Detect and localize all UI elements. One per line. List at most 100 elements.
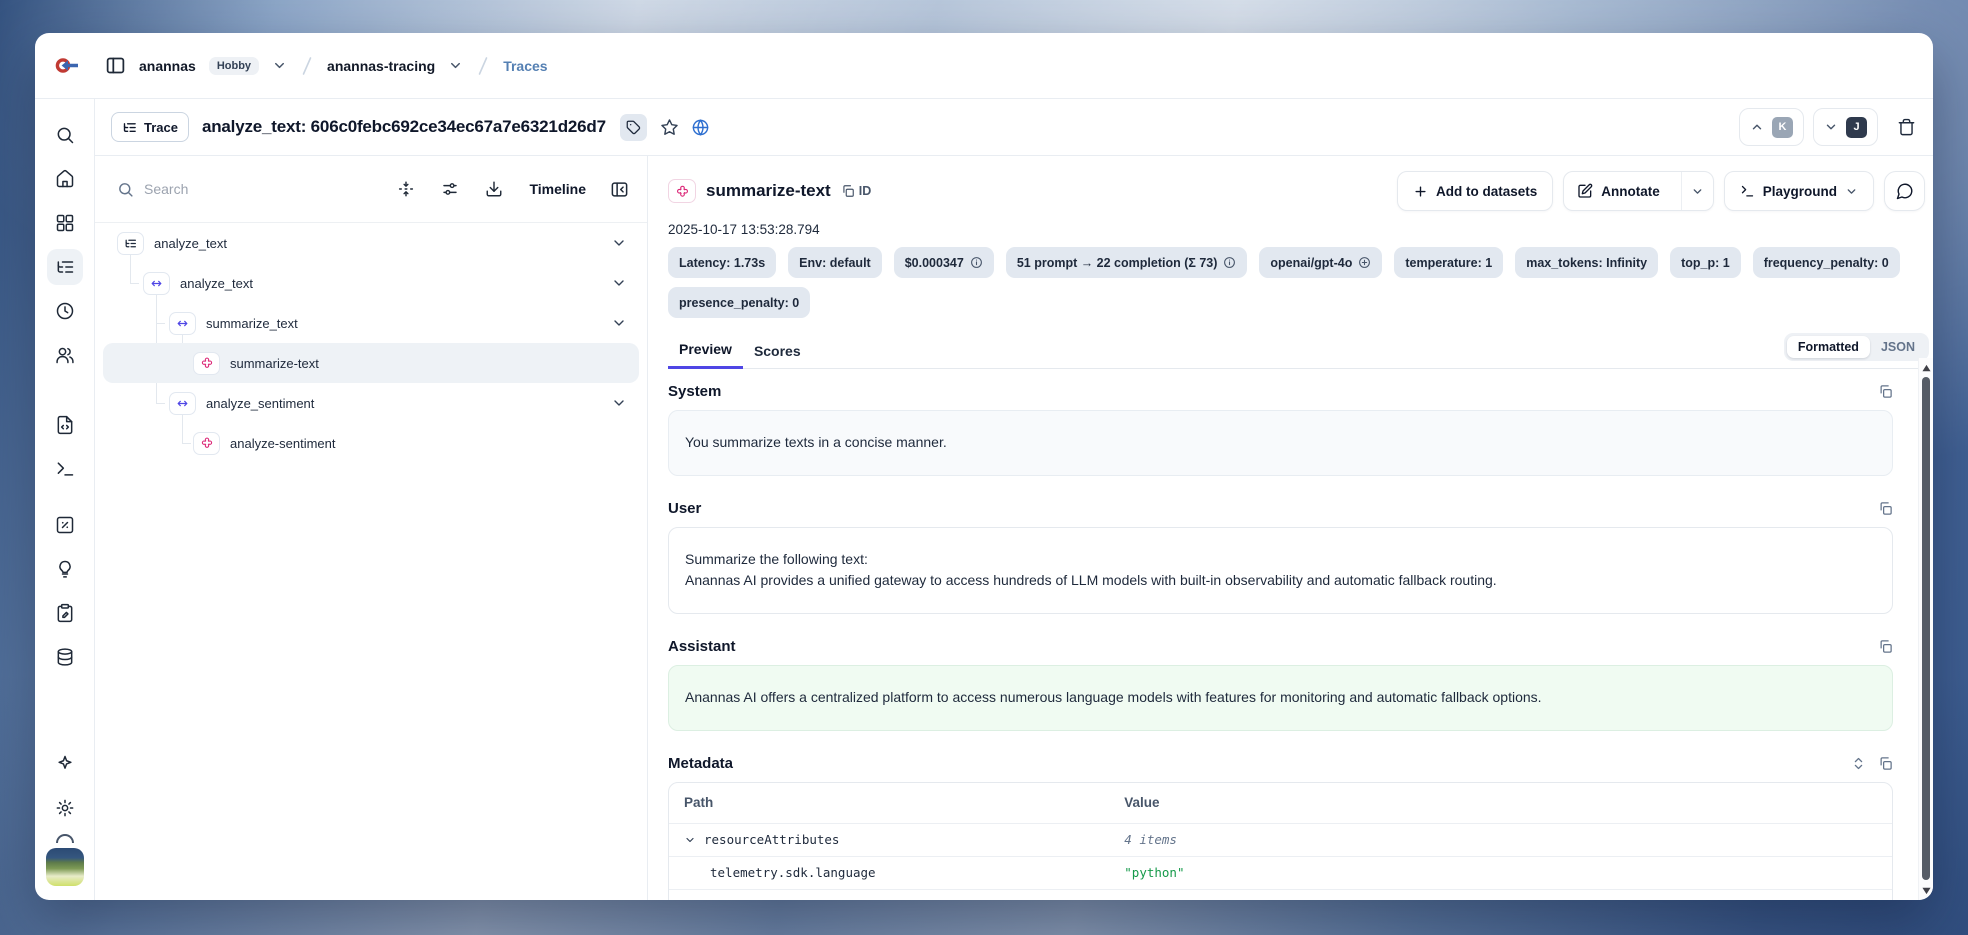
chevron-down-icon[interactable]	[611, 395, 627, 411]
observation-badges: Latency: 1.73s Env: default $0.000347 51…	[668, 247, 1933, 327]
user-message-line: Summarize the following text:	[685, 549, 1876, 571]
generation-icon	[675, 184, 690, 199]
copy-icon[interactable]	[1878, 501, 1893, 516]
list-tree-icon	[122, 120, 137, 135]
metadata-section-title: Metadata	[668, 755, 733, 772]
globe-icon[interactable]	[691, 118, 710, 137]
format-option-formatted[interactable]: Formatted	[1787, 336, 1870, 358]
system-message: You summarize texts in a concise manner.	[668, 410, 1893, 476]
scrollbar-thumb[interactable]	[1922, 377, 1930, 880]
collapse-observations-icon[interactable]	[397, 180, 415, 198]
add-to-datasets-label: Add to datasets	[1436, 184, 1537, 199]
copy-icon[interactable]	[1878, 639, 1893, 654]
tracing-tree-icon[interactable]	[47, 249, 83, 285]
sessions-clock-icon[interactable]	[47, 293, 83, 329]
generation-icon	[200, 356, 214, 370]
format-toggle: Formatted JSON	[1784, 333, 1929, 361]
observation-title: summarize-text	[706, 181, 831, 201]
users-icon[interactable]	[47, 337, 83, 373]
annotation-clipboard-icon[interactable]	[47, 595, 83, 631]
metadata-group-row[interactable]: resourceAttributes 4 items	[669, 823, 1892, 856]
format-option-json[interactable]: JSON	[1870, 336, 1926, 358]
observation-timestamp: 2025-10-17 13:53:28.794	[668, 222, 1933, 237]
tree-node-generation-selected[interactable]: summarize-text	[103, 343, 639, 383]
tree-search-input[interactable]	[144, 181, 294, 197]
prev-trace-button[interactable]: K	[1739, 108, 1804, 146]
chevron-down-icon[interactable]	[611, 315, 627, 331]
user-message: Summarize the following text: Anannas AI…	[668, 527, 1893, 614]
next-trace-button[interactable]: J	[1813, 108, 1878, 146]
arrow-left-right-icon	[150, 277, 163, 290]
app-logo[interactable]	[35, 57, 97, 74]
sidebar-toggle-icon[interactable]	[105, 55, 126, 76]
arrow-left-right-icon	[176, 317, 189, 330]
tree-node-generation[interactable]: analyze-sentiment	[95, 423, 647, 463]
settings-gear-icon[interactable]	[47, 790, 83, 826]
chevron-down-icon	[1824, 120, 1838, 134]
annotate-button[interactable]: Annotate	[1564, 172, 1673, 210]
vertical-scrollbar[interactable]	[1918, 358, 1933, 900]
metadata-value: "opentelemetry"	[1109, 898, 1892, 900]
tab-scores[interactable]: Scores	[743, 335, 812, 368]
model-badge[interactable]: openai/gpt-4o	[1259, 247, 1382, 278]
kbd-k: K	[1772, 117, 1793, 138]
prompts-file-icon[interactable]	[47, 407, 83, 443]
download-icon[interactable]	[485, 180, 503, 198]
breadcrumb-page-traces[interactable]: Traces	[503, 58, 547, 74]
tree-node-label: analyze_text	[154, 236, 227, 251]
usage-arc-icon	[56, 834, 74, 843]
user-avatar[interactable]	[46, 848, 84, 886]
max-tokens-badge: max_tokens: Infinity	[1515, 247, 1658, 278]
datasets-database-icon[interactable]	[47, 639, 83, 675]
playground-label: Playground	[1763, 184, 1837, 199]
tokens-badge[interactable]: 51 prompt → 22 completion (Σ 73)	[1006, 247, 1248, 278]
expand-rows-icon[interactable]	[1851, 756, 1866, 771]
tree-node-trace[interactable]: analyze_text	[95, 223, 647, 263]
tree-node-span[interactable]: analyze_text	[95, 263, 647, 303]
chevron-down-icon[interactable]	[611, 275, 627, 291]
tree-node-span[interactable]: analyze_sentiment	[95, 383, 647, 423]
breadcrumb-workspace[interactable]: anannas	[139, 58, 196, 74]
scroll-down-arrow-icon[interactable]	[1919, 882, 1933, 898]
sparkles-icon[interactable]	[47, 746, 83, 782]
copy-id-button[interactable]: ID	[841, 184, 872, 198]
tree-settings-sliders-icon[interactable]	[441, 180, 459, 198]
playground-button[interactable]: Playground	[1724, 171, 1874, 211]
star-icon[interactable]	[660, 118, 679, 137]
lightbulb-icon[interactable]	[47, 551, 83, 587]
tree-node-span[interactable]: summarize_text	[95, 303, 647, 343]
scroll-up-arrow-icon[interactable]	[1919, 360, 1933, 376]
collapse-panel-icon[interactable]	[610, 180, 629, 199]
cost-badge[interactable]: $0.000347	[894, 247, 994, 278]
evals-percent-icon[interactable]	[47, 507, 83, 543]
plan-badge: Hobby	[209, 57, 259, 75]
add-to-datasets-button[interactable]: Add to datasets	[1397, 171, 1553, 211]
copy-icon[interactable]	[1878, 384, 1893, 399]
timeline-toggle[interactable]: Timeline	[529, 181, 586, 197]
chevron-down-icon[interactable]	[684, 834, 696, 846]
copy-icon[interactable]	[1878, 756, 1893, 771]
delete-trace-button[interactable]	[1887, 108, 1925, 146]
chevron-down-icon[interactable]	[611, 235, 627, 251]
comments-button[interactable]	[1884, 171, 1925, 211]
breadcrumb-separator	[476, 55, 490, 77]
observation-detail-panel: summarize-text ID Add to datasets	[648, 156, 1933, 900]
tag-icon[interactable]	[620, 114, 647, 141]
tree-node-label: summarize-text	[230, 356, 319, 371]
search-icon[interactable]	[47, 117, 83, 153]
tab-preview[interactable]: Preview	[668, 333, 743, 369]
trace-type-badge[interactable]: Trace	[111, 112, 189, 142]
pen-square-icon	[1577, 183, 1593, 199]
breadcrumb-project[interactable]: anannas-tracing	[327, 58, 435, 74]
nav-rail	[35, 99, 95, 900]
annotate-dropdown-chevron[interactable]	[1681, 172, 1713, 210]
annotate-button-group: Annotate	[1563, 171, 1714, 211]
tree-node-label: analyze-sentiment	[230, 436, 336, 451]
env-badge: Env: default	[788, 247, 882, 278]
dashboard-grid-icon[interactable]	[47, 205, 83, 241]
project-chevron-down-icon[interactable]	[448, 58, 463, 73]
metadata-value: "python"	[1109, 865, 1892, 880]
home-icon[interactable]	[47, 161, 83, 197]
playground-terminal-icon[interactable]	[47, 451, 83, 487]
workspace-chevron-down-icon[interactable]	[272, 58, 287, 73]
